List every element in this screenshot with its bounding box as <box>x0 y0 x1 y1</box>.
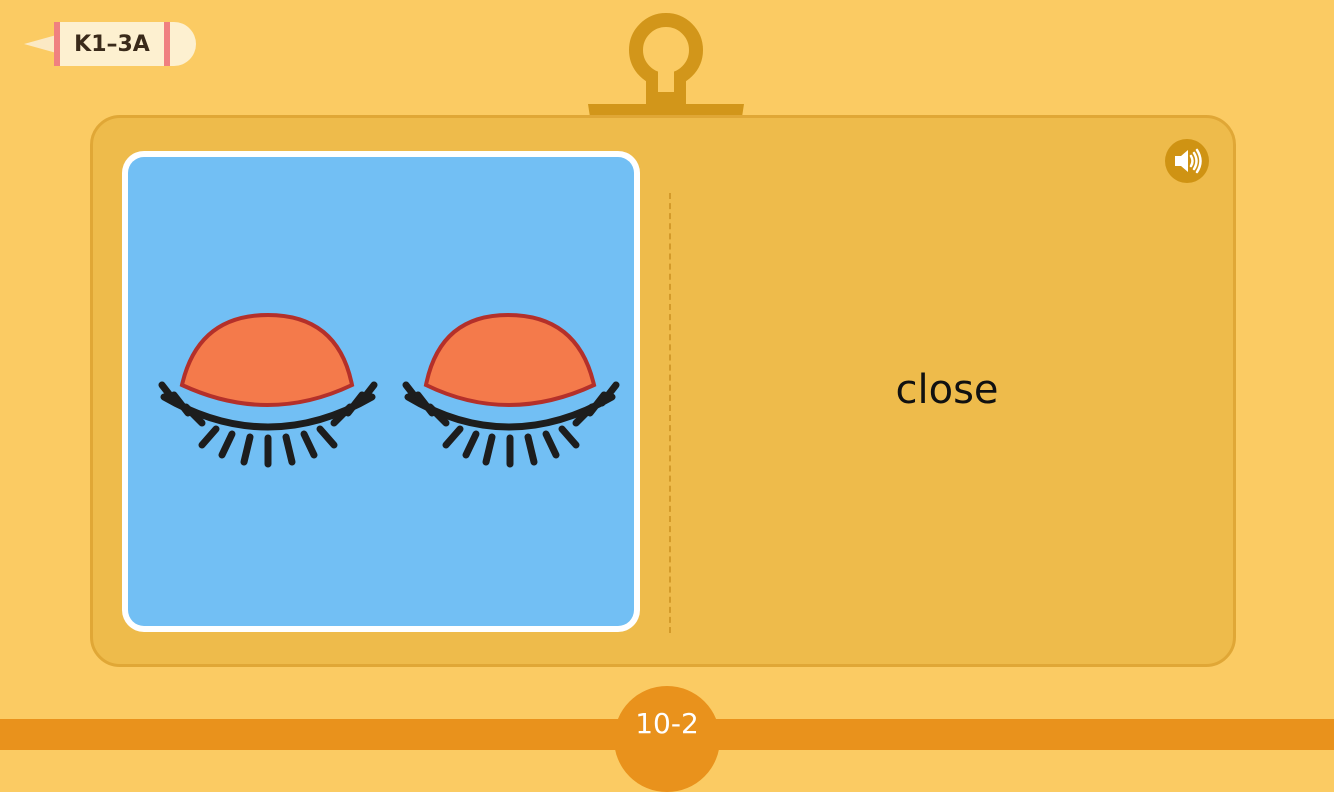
page-number: 10-2 <box>635 707 699 740</box>
picture-frame <box>122 151 640 632</box>
sound-button[interactable] <box>1165 139 1209 183</box>
card-divider <box>669 193 671 633</box>
speaker-icon <box>1175 148 1202 174</box>
closed-eyes-icon <box>158 312 620 468</box>
closed-eyes-illustration <box>128 157 634 626</box>
flashcard-word: close <box>895 367 999 413</box>
level-tag-band-right <box>164 22 170 66</box>
level-tag-label: K1–3A <box>74 32 150 57</box>
level-tag: K1–3A <box>24 22 198 66</box>
